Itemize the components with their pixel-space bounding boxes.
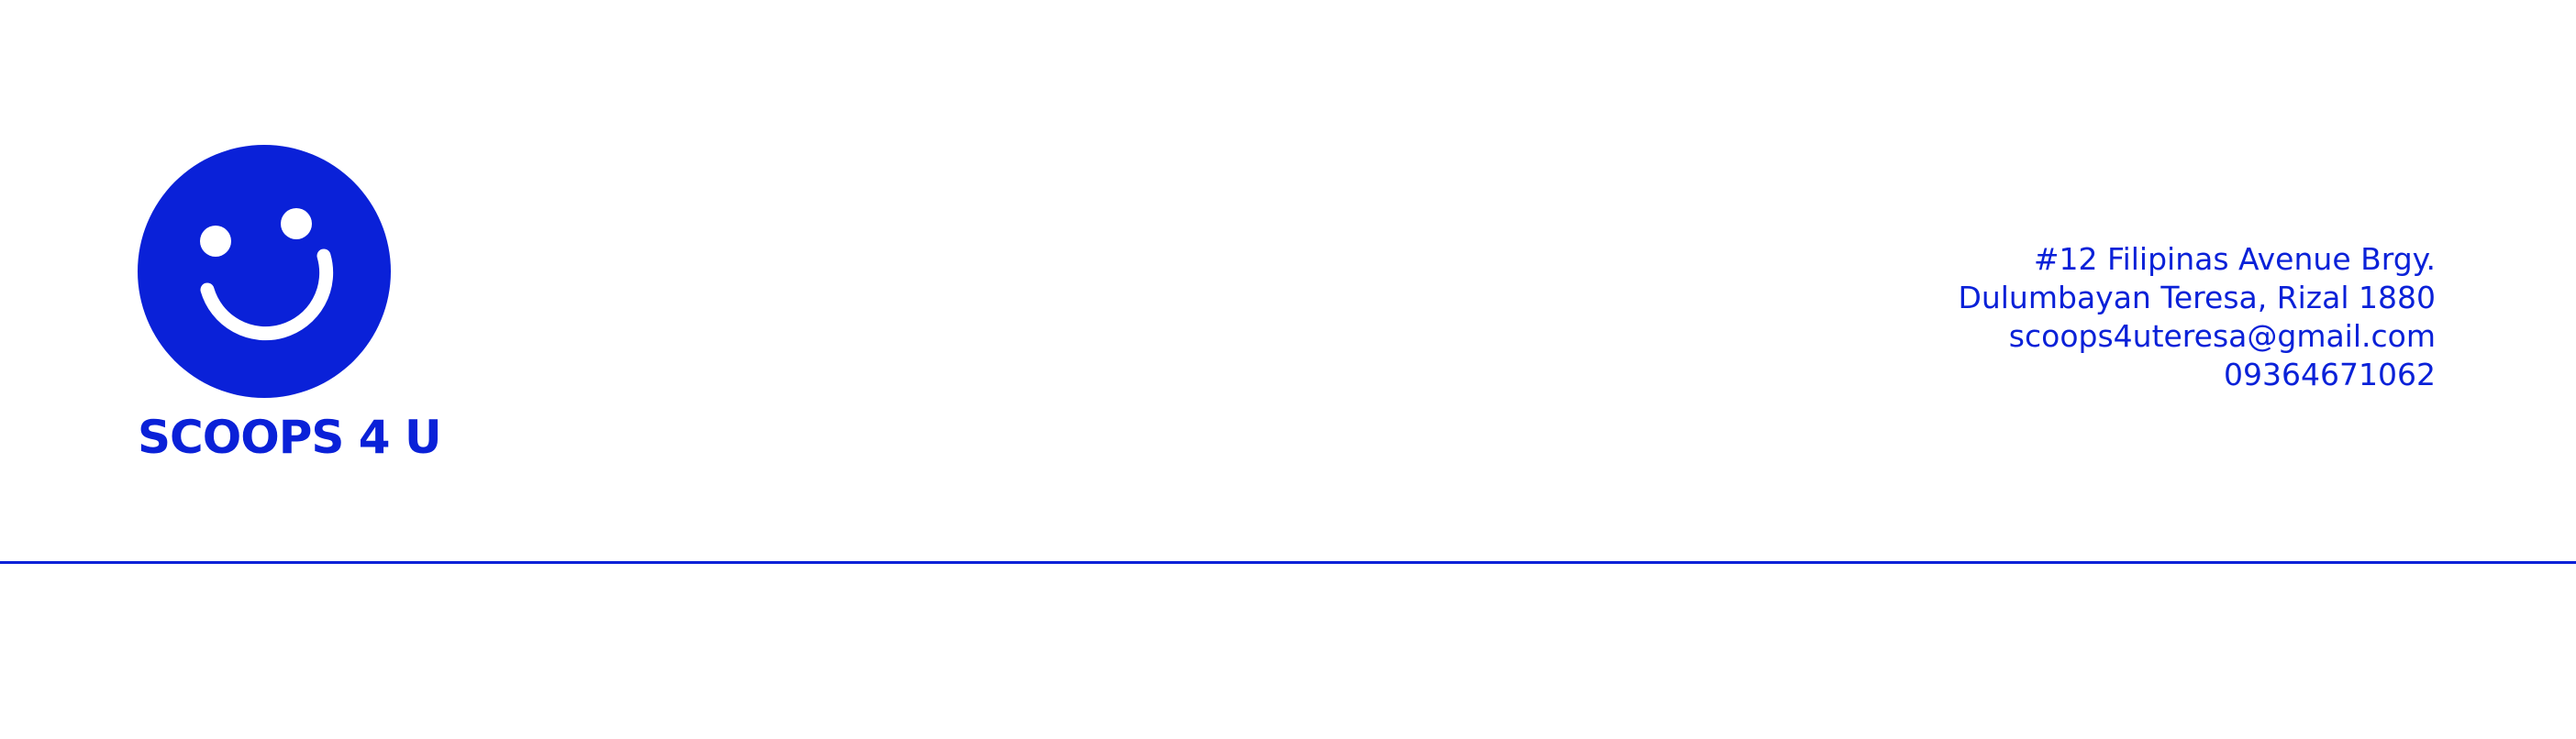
address-line-2: Dulumbayan Teresa, Rizal 1880	[1958, 280, 2436, 315]
phone-number: 09364671062	[2224, 357, 2436, 392]
address-line-1: #12 Filipinas Avenue Brgy.	[2033, 241, 2436, 277]
email-address: scoops4uteresa@gmail.com	[2008, 318, 2436, 354]
header-divider	[0, 561, 2576, 564]
brand-name: SCOOPS 4 U	[138, 411, 442, 464]
contact-info: #12 Filipinas Avenue Brgy. Dulumbayan Te…	[1958, 240, 2436, 394]
smiley-face-icon	[138, 145, 391, 398]
logo	[138, 145, 391, 398]
